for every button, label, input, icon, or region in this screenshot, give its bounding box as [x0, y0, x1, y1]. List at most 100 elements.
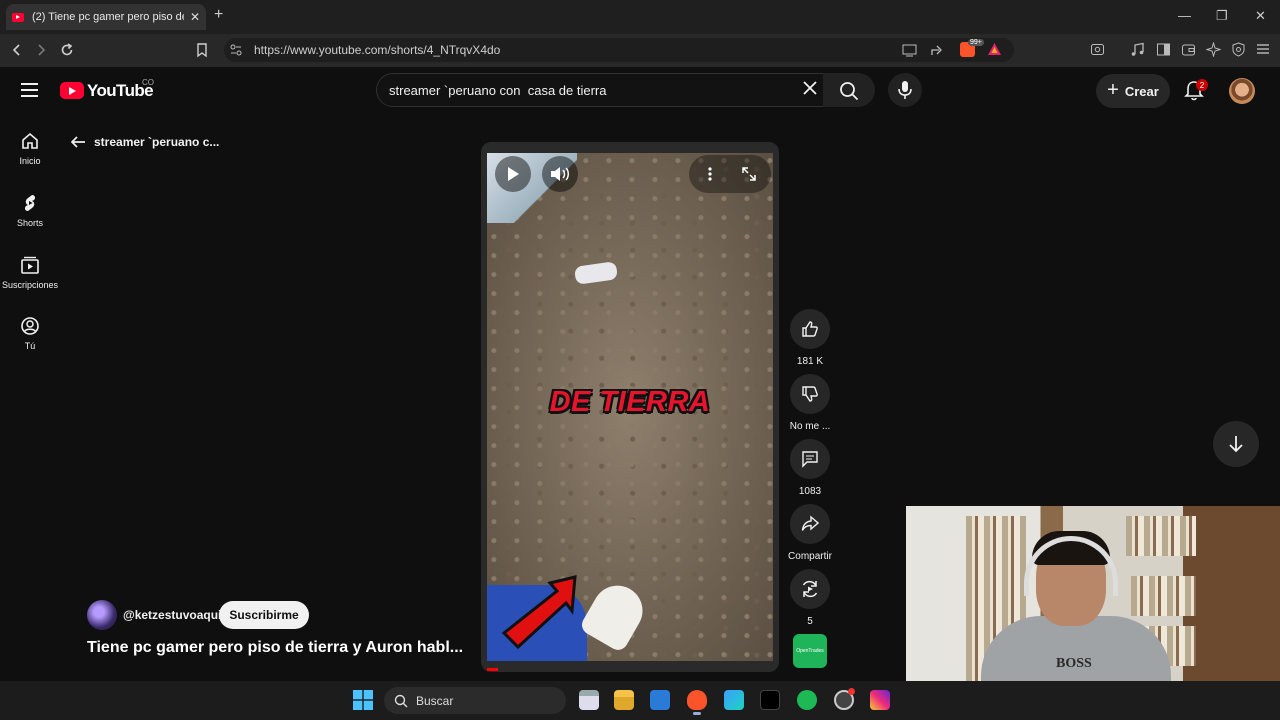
- comment-icon: [802, 451, 818, 468]
- taskbar-search-placeholder: Buscar: [416, 693, 454, 708]
- country-code: CO: [142, 78, 154, 87]
- tab-close-button[interactable]: ✕: [190, 10, 200, 24]
- tiktok-icon[interactable]: [760, 690, 780, 710]
- back-arrow-icon[interactable]: [10, 43, 24, 57]
- subscribe-button[interactable]: Suscribirme: [219, 601, 309, 629]
- reload-icon[interactable]: [59, 42, 75, 58]
- leo-ai-icon[interactable]: [1206, 42, 1221, 57]
- bookmark-icon[interactable]: [195, 42, 209, 58]
- new-tab-button[interactable]: +: [214, 6, 223, 24]
- minimize-button[interactable]: —: [1178, 8, 1191, 23]
- search-button[interactable]: [823, 73, 875, 107]
- video-caption-overlay: DE TIERRA: [549, 386, 711, 418]
- youtube-favicon-icon: [12, 12, 24, 22]
- channel-avatar[interactable]: [87, 600, 117, 630]
- sound-thumbnail[interactable]: OpenTrades: [793, 634, 827, 668]
- browser-tab[interactable]: (2) Tiene pc gamer pero piso de tierra y…: [6, 4, 206, 30]
- nav-label: Tú: [24, 341, 36, 351]
- shields-count-badge: 99+: [968, 39, 984, 46]
- you-icon: [21, 317, 39, 335]
- hamburger-menu-icon[interactable]: [21, 83, 38, 97]
- site-settings-icon[interactable]: [229, 43, 243, 57]
- nav-label: Suscripciones: [1, 280, 59, 290]
- sidebar-icon[interactable]: [1156, 42, 1171, 57]
- nav-item-tu[interactable]: Tú: [0, 316, 60, 351]
- volume-icon: [551, 167, 569, 181]
- microsoft-store-icon[interactable]: [650, 690, 670, 710]
- thumbs-up-icon: [802, 321, 818, 337]
- subscriptions-icon: [21, 256, 39, 274]
- window-close-button[interactable]: ✕: [1255, 8, 1266, 24]
- search-input[interactable]: streamer `peruano con casa de tierra: [389, 83, 607, 98]
- nav-item-shorts[interactable]: Shorts: [0, 193, 60, 228]
- fullscreen-icon[interactable]: [741, 166, 757, 182]
- share-page-icon[interactable]: [930, 43, 944, 57]
- remix-count: 5: [807, 616, 813, 627]
- task-view-icon[interactable]: [579, 690, 599, 710]
- play-button[interactable]: [495, 156, 531, 192]
- recording-dot: [848, 688, 855, 695]
- create-button[interactable]: + Crear: [1096, 74, 1170, 108]
- vpn-shield-icon[interactable]: [1231, 42, 1246, 57]
- plus-icon: +: [1107, 78, 1119, 101]
- channel-handle[interactable]: @ketzestuvoaqui: [123, 608, 221, 622]
- forward-arrow-icon[interactable]: [34, 43, 48, 57]
- nav-label: Inicio: [19, 156, 41, 166]
- tab-title: (2) Tiene pc gamer pero piso de tierra y…: [32, 11, 184, 23]
- url-text: https://www.youtube.com/shorts/4_NTrqvX4…: [254, 43, 501, 57]
- voice-search-button[interactable]: [888, 73, 922, 107]
- shorts-icon: [24, 195, 36, 211]
- share-button[interactable]: Compartir: [788, 504, 832, 562]
- comments-button[interactable]: 1083: [790, 439, 830, 497]
- music-icon[interactable]: [1130, 42, 1145, 57]
- nav-item-suscripciones[interactable]: Suscripciones: [0, 255, 60, 290]
- red-arrow-icon: [501, 575, 577, 650]
- notification-count-badge: 2: [1196, 79, 1208, 91]
- spotify-icon[interactable]: [797, 690, 817, 710]
- video-progress-bar[interactable]: [487, 668, 498, 671]
- taskbar-search-input[interactable]: Buscar: [384, 687, 566, 714]
- like-button[interactable]: 181 K: [790, 309, 830, 367]
- nav-label: Shorts: [16, 218, 43, 228]
- share-label: Compartir: [788, 551, 832, 562]
- back-to-results[interactable]: streamer `peruano c...: [70, 135, 219, 149]
- next-video-button[interactable]: [1213, 421, 1259, 467]
- nav-item-inicio[interactable]: Inicio: [0, 131, 60, 166]
- thumbs-down-icon: [802, 386, 818, 402]
- browser-menu-icon[interactable]: [1256, 43, 1270, 55]
- brave-browser-icon[interactable]: [687, 690, 707, 710]
- back-label: streamer `peruano c...: [94, 135, 220, 149]
- back-arrow-icon: [70, 136, 85, 148]
- youtube-logo-icon[interactable]: [60, 82, 84, 99]
- remix-button[interactable]: 5: [790, 569, 830, 627]
- comment-count: 1083: [798, 486, 822, 497]
- mute-button[interactable]: [542, 156, 578, 192]
- like-count: 181 K: [796, 356, 824, 367]
- play-icon: [508, 167, 519, 181]
- share-arrow-icon: [801, 515, 819, 531]
- instagram-icon[interactable]: [870, 690, 890, 710]
- create-label: Crear: [1124, 83, 1159, 99]
- dislike-label: No me ...: [789, 421, 831, 432]
- remix-icon: [802, 580, 818, 598]
- account-avatar[interactable]: [1229, 78, 1255, 104]
- cast-icon[interactable]: [902, 43, 917, 57]
- brave-rewards-icon[interactable]: [987, 42, 1002, 56]
- microphone-icon: [898, 81, 912, 99]
- photos-icon[interactable]: [724, 690, 744, 710]
- clear-search-icon[interactable]: [801, 79, 819, 97]
- more-options-icon[interactable]: [706, 166, 714, 182]
- search-icon: [394, 694, 408, 707]
- search-icon: [840, 82, 859, 101]
- dislike-button[interactable]: No me ...: [790, 374, 830, 432]
- wallet-icon[interactable]: [1181, 42, 1196, 57]
- screenshot-icon[interactable]: [1090, 42, 1105, 57]
- windows-start-icon[interactable]: [353, 690, 373, 710]
- maximize-button[interactable]: ❐: [1216, 8, 1228, 24]
- shirt-print: BOSS: [1056, 656, 1092, 671]
- arrow-down-icon: [1229, 436, 1243, 453]
- file-explorer-icon[interactable]: [614, 690, 634, 710]
- video-title[interactable]: Tiene pc gamer pero piso de tierra y Aur…: [87, 639, 463, 657]
- home-icon: [22, 132, 38, 149]
- taskbar: [0, 681, 1280, 720]
